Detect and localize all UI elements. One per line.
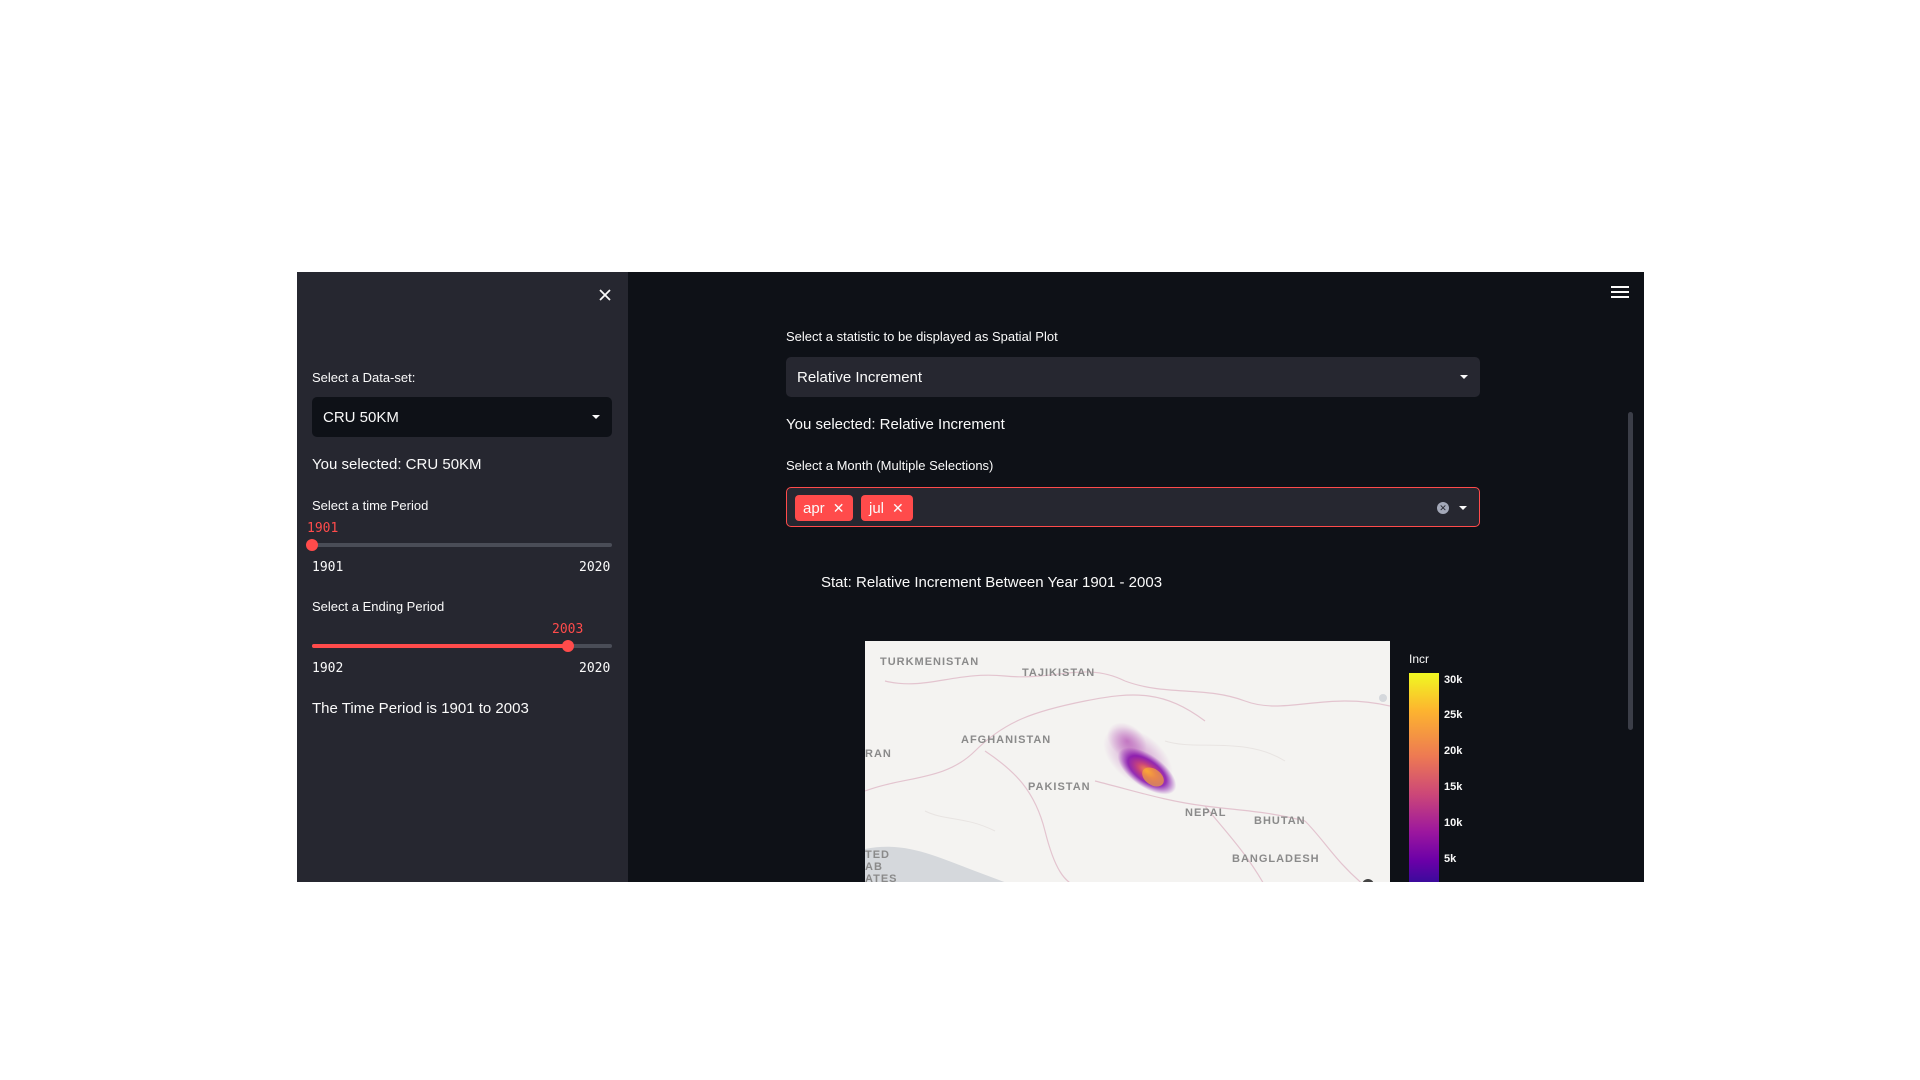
month-tag-jul[interactable]: jul ✕ [861,495,913,521]
map-label-uae-3: ATES [865,873,898,882]
ending-period-value: 2003 [552,622,584,637]
time-period-slider-thumb[interactable] [306,539,318,551]
map-label-bangladesh: BANGLADESH [1232,853,1320,865]
ending-period-slider-thumb[interactable] [562,640,575,652]
map-label-pakistan: PAKISTAN [1028,781,1091,793]
ending-period-max: 2020 [579,661,611,676]
remove-tag-icon[interactable]: ✕ [833,500,845,517]
time-period-summary: The Time Period is 1901 to 2003 [312,700,529,717]
time-period-max: 2020 [579,560,611,575]
ending-period-slider-fill [312,644,569,648]
heatmap-map[interactable]: TURKMENISTAN TAJIKISTAN AFGHANISTAN RAN … [865,641,1390,882]
time-period-value: 1901 [307,521,339,536]
chevron-down-icon[interactable] [1459,506,1467,510]
map-label-uae-2: AB [865,861,883,873]
colorbar-tick: 15k [1444,781,1463,793]
ending-period-label: Select a Ending Period [312,599,445,614]
remove-tag-icon[interactable]: ✕ [892,500,904,517]
time-period-min: 1901 [312,560,344,575]
map-label-tajikistan: TAJIKISTAN [1022,667,1096,679]
chart-title: Stat: Relative Increment Between Year 19… [821,574,1163,591]
statistic-select[interactable]: Relative Increment [786,357,1480,397]
dataset-select[interactable]: CRU 50KM [312,397,612,437]
map-label-iran: RAN [865,748,892,760]
colorbar-tick: 10k [1444,817,1463,829]
month-tag-label: jul [869,499,885,517]
month-tag-apr[interactable]: apr ✕ [795,495,853,521]
statistic-select-value: Relative Increment [797,368,923,386]
map-label-nepal: NEPAL [1185,807,1227,819]
chevron-down-icon [1460,375,1468,379]
main-content: Select a statistic to be displayed as Sp… [628,272,1644,882]
colorbar [1409,673,1439,882]
colorbar-tick: 25k [1444,709,1463,721]
map-label-bhutan: BHUTAN [1254,815,1306,827]
map-label-afghanistan: AFGHANISTAN [961,734,1052,746]
map-basemap [865,671,1390,882]
map-label-uae-1: TED [865,849,890,861]
statistic-selected-text: You selected: Relative Increment [786,416,1005,433]
map-label-turkmenistan: TURKMENISTAN [880,656,980,668]
close-sidebar-icon[interactable] [594,284,616,306]
hamburger-menu-icon[interactable] [1611,286,1629,300]
chevron-down-icon [592,415,600,419]
colorbar-title: Incr [1409,652,1430,666]
colorbar-tick: 30k [1444,674,1463,686]
month-multiselect[interactable]: apr ✕ jul ✕ ✕ [786,487,1480,527]
dataset-selected-text: You selected: CRU 50KM [312,456,482,473]
time-period-label: Select a time Period [312,498,429,513]
month-tag-label: apr [803,499,825,517]
colorbar-tick: 20k [1444,745,1463,757]
month-label: Select a Month (Multiple Selections) [786,458,994,473]
colorbar-tick: 5k [1444,853,1457,865]
app-window: Select a Data-set: CRU 50KM You selected… [297,272,1644,882]
clear-all-icon[interactable]: ✕ [1437,502,1449,514]
scrollbar[interactable] [1628,412,1633,730]
dataset-select-value: CRU 50KM [323,408,399,426]
time-period-slider-track[interactable] [312,543,612,547]
ending-period-min: 1902 [312,661,344,676]
dataset-label: Select a Data-set: [312,370,416,385]
sidebar: Select a Data-set: CRU 50KM You selected… [297,272,628,882]
statistic-label: Select a statistic to be displayed as Sp… [786,329,1058,344]
